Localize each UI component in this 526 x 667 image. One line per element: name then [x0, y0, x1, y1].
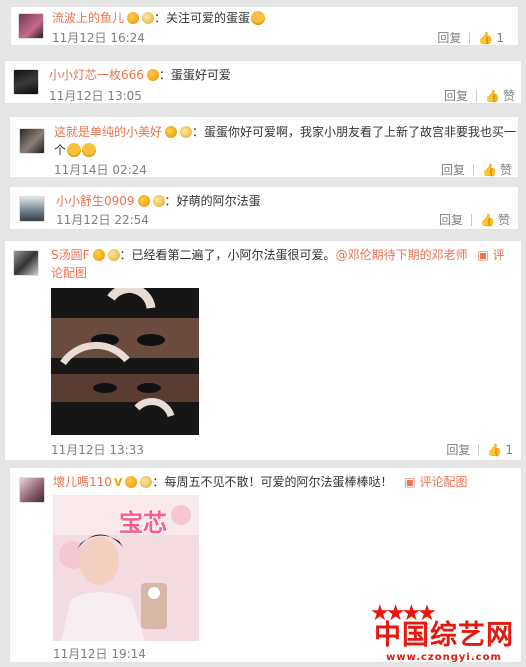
like-button[interactable]: 赞 [500, 161, 512, 178]
username-link[interactable]: 小小舒生0909 [56, 194, 135, 208]
avatar[interactable] [19, 196, 45, 222]
star-decoration-icon: ★★★★ [370, 601, 437, 626]
comment-text: 蛋蛋你好可爱啊，我家小朋友看了上新了故宫非要我也买一 [204, 125, 517, 139]
comment-card: S汤圆F ：已经看第二遍了，小阿尔法蛋很可爱。@邓伦期待下期的邓老师 ▣ 评 论配… [4, 240, 522, 461]
comment-text: 已经看第二遍了，小阿尔法蛋很可爱。 [131, 248, 336, 262]
comment-line: 小小灯芯一枚666 ：蛋蛋好可爱 [49, 67, 231, 83]
comment-card: 这就是单纯的小美好 ：蛋蛋你好可爱啊，我家小朋友看了上新了故宫非要我也买一 个 1… [9, 116, 519, 178]
comment-line: 壞儿嗎110 V ：每周五不见不散！可爱的阿尔法蛋棒棒哒！ ▣ 评论配图 [53, 474, 467, 491]
comment-time: 11月12日 13:33 [51, 443, 144, 457]
like-button[interactable]: 赞 [503, 87, 515, 104]
site-watermark: ★★★★ 中国综艺网 www.czongyi.com [370, 601, 514, 663]
picture-icon: ▣ [477, 248, 489, 262]
vip-badge-icon [92, 249, 105, 261]
vip-badge-icon [125, 476, 138, 488]
divider [471, 213, 473, 226]
divider [469, 31, 471, 44]
comment-card: 小小灯芯一枚666 ：蛋蛋好可爱 11月12日 13:05 回复 👍 赞 [4, 60, 522, 104]
comment-photo[interactable] [51, 288, 199, 435]
colon: ： [152, 475, 165, 489]
divider [473, 163, 475, 176]
cool-emoji-icon [67, 143, 82, 157]
comment-picture-link[interactable]: 评 [493, 248, 505, 262]
like-button[interactable]: 赞 [498, 211, 510, 228]
face-collage-image [51, 288, 199, 435]
divider [478, 443, 480, 456]
avatar[interactable] [18, 13, 44, 39]
reply-button[interactable]: 回复 [444, 87, 468, 104]
like-count[interactable]: 1 [496, 31, 504, 45]
thumbs-up-icon[interactable]: 👍 [487, 443, 502, 457]
comment-card: 小小舒生0909 ：好萌的阿尔法蛋 11月12日 22:54 回复 👍 赞 [9, 186, 519, 230]
avatar[interactable] [19, 128, 45, 154]
comment-text: 关注可爱的蛋蛋 [166, 11, 251, 25]
comment-card: 流波上的鱼儿 ：关注可爱的蛋蛋 11月12日 16:24 回复 👍 1 [10, 6, 519, 46]
member-badge-icon [180, 126, 193, 138]
reply-button[interactable]: 回复 [437, 29, 461, 46]
username-link[interactable]: 壞儿嗎110 [53, 475, 112, 489]
thumbs-up-icon[interactable]: 👍 [485, 89, 500, 103]
comment-line: S汤圆F ：已经看第二遍了，小阿尔法蛋很可爱。@邓伦期待下期的邓老师 ▣ 评 [51, 247, 505, 263]
comment-text-cont: 个 [54, 143, 67, 157]
comment-actions: 回复 👍 1 [437, 29, 504, 46]
comment-text: 每周五不见不散！可爱的阿尔法蛋棒棒哒！ [164, 475, 393, 489]
avatar[interactable] [13, 69, 39, 95]
like-count[interactable]: 1 [505, 443, 513, 457]
picture-icon: ▣ [404, 475, 416, 489]
reply-button[interactable]: 回复 [441, 161, 465, 178]
divider [476, 89, 478, 102]
comment-time: 11月12日 22:54 [56, 213, 149, 227]
comment-actions: 回复 👍 赞 [444, 87, 515, 104]
member-badge-icon [107, 249, 120, 261]
reply-button[interactable]: 回复 [439, 211, 463, 228]
username-link[interactable]: 这就是单纯的小美好 [54, 125, 162, 139]
member-badge-icon [142, 12, 155, 24]
comment-time: 11月12日 16:24 [52, 31, 145, 45]
colon: ： [154, 11, 167, 25]
member-badge-icon [152, 195, 165, 207]
comment-actions: 回复 👍 赞 [439, 211, 510, 228]
comment-line-cont: 个 [54, 142, 97, 158]
comment-time: 11月14日 02:24 [54, 163, 147, 177]
watermark-url: www.czongyi.com [386, 652, 502, 663]
comment-actions: 回复 👍 1 [446, 441, 513, 458]
avatar[interactable] [13, 250, 39, 276]
colon: ： [192, 125, 205, 139]
thumbs-up-icon[interactable]: 👍 [480, 213, 495, 227]
comment-time: 11月12日 13:05 [49, 89, 142, 103]
comment-actions: 回复 👍 赞 [441, 161, 512, 178]
colon: ： [158, 68, 171, 82]
comment-line: 流波上的鱼儿 ：关注可爱的蛋蛋 [52, 10, 266, 26]
reply-button[interactable]: 回复 [446, 441, 470, 458]
comment-line: 小小舒生0909 ：好萌的阿尔法蛋 [56, 193, 261, 209]
member-badge-icon [140, 476, 153, 488]
comment-photo[interactable]: 宝芯 [53, 495, 199, 641]
comment-line-cont: 论配图 [51, 265, 87, 281]
comment-picture-link[interactable]: 评论配图 [419, 475, 467, 489]
smile-emoji-icon [251, 11, 266, 25]
colon: ： [119, 248, 132, 262]
avatar[interactable] [19, 477, 45, 503]
photo-caption: 宝芯 [119, 509, 167, 537]
vip-badge-icon [146, 69, 159, 81]
comment-picture-link-cont[interactable]: 论配图 [51, 266, 87, 280]
comment-text: 蛋蛋好可爱 [170, 68, 231, 82]
comment-text: 好萌的阿尔法蛋 [176, 194, 261, 208]
vip-badge-icon [127, 12, 140, 24]
comment-line: 这就是单纯的小美好 ：蛋蛋你好可爱啊，我家小朋友看了上新了故宫非要我也买一 [54, 124, 516, 140]
colon: ： [164, 194, 177, 208]
vip-badge-icon [137, 195, 150, 207]
comment-time: 11月12日 19:14 [53, 647, 146, 661]
mention-link[interactable]: @邓伦期待下期的邓老师 [336, 248, 468, 262]
thumbs-up-icon[interactable]: 👍 [478, 31, 493, 45]
username-link[interactable]: S汤圆F [51, 248, 90, 262]
username-link[interactable]: 流波上的鱼儿 [52, 11, 124, 25]
thumbs-up-icon[interactable]: 👍 [482, 163, 497, 177]
verified-v-icon: V [113, 476, 123, 489]
cool-emoji-icon [82, 143, 97, 157]
vip-badge-icon [165, 126, 178, 138]
username-link[interactable]: 小小灯芯一枚666 [49, 68, 144, 82]
